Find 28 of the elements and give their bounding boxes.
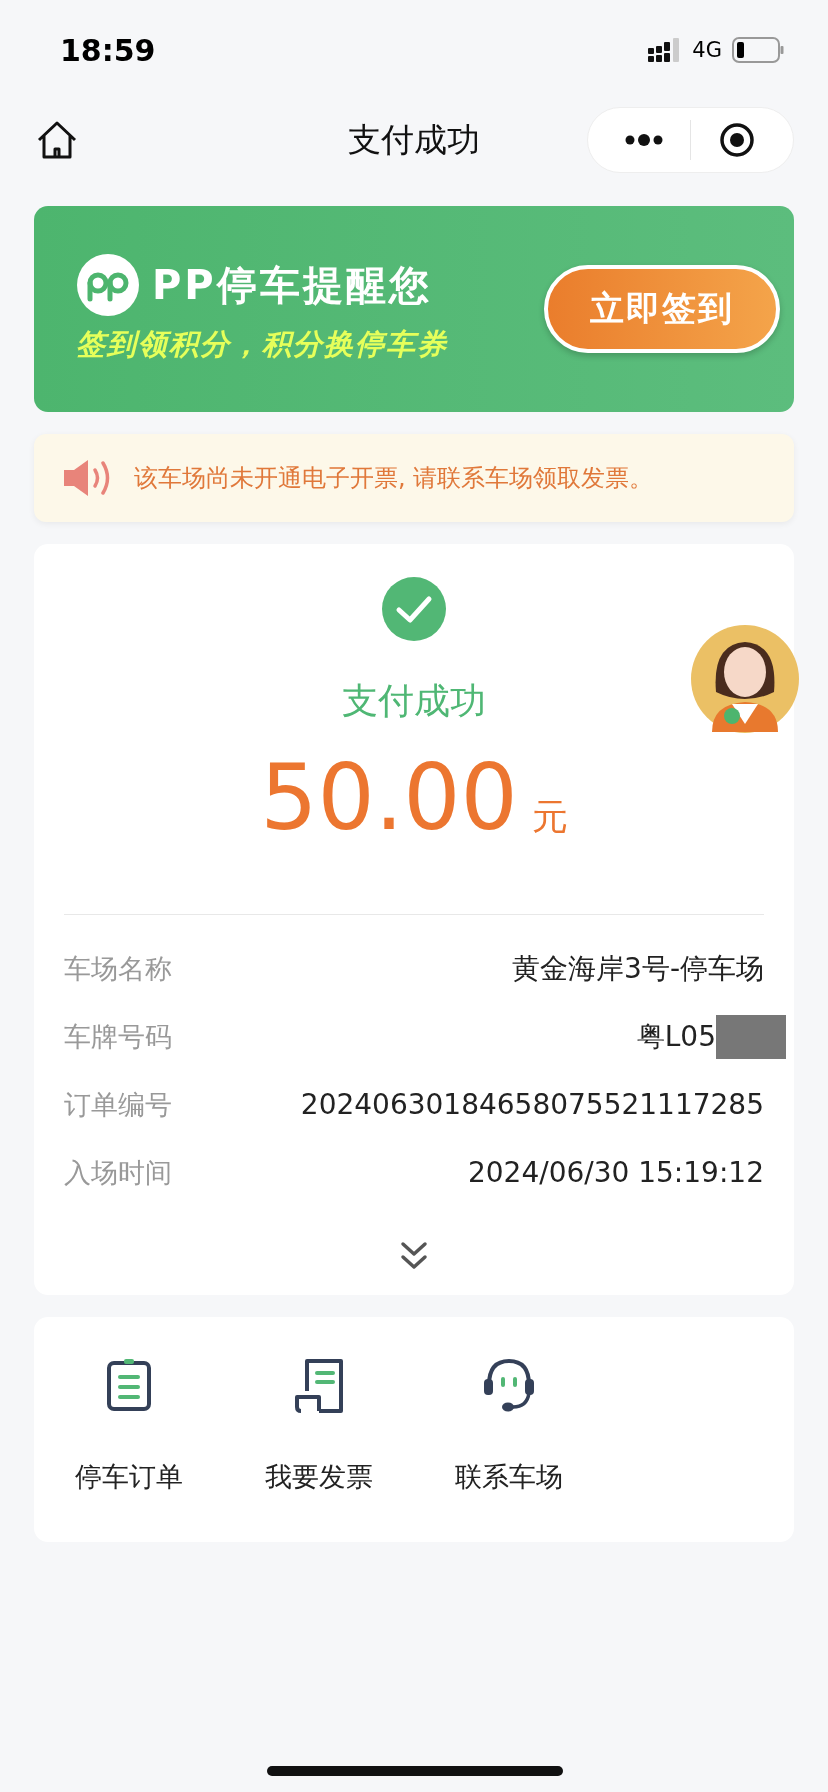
customer-service-avatar[interactable] <box>690 624 800 734</box>
network-type: 4G <box>692 38 722 62</box>
detail-value: 粤L05 <box>636 1018 716 1055</box>
payment-amount: 50.00 <box>260 746 518 850</box>
target-icon <box>719 122 755 158</box>
page-title: 支付成功 <box>348 118 480 161</box>
detail-label: 入场时间 <box>64 1155 172 1190</box>
detail-value: 2024/06/30 15:19:12 <box>467 1156 764 1189</box>
detail-value: 黄金海岸3号-停车场 <box>512 950 764 987</box>
logo-icon <box>76 253 140 317</box>
banner-title: PP停车提醒您 <box>152 260 432 310</box>
success-check-icon <box>382 577 446 641</box>
more-icon <box>624 133 664 147</box>
action-button[interactable]: 我要发票 <box>224 1316 414 1542</box>
status-time: 18:59 <box>60 32 156 68</box>
detail-label: 车牌号码 <box>64 1019 172 1054</box>
battery-icon <box>732 37 784 63</box>
action-button[interactable]: 停车订单 <box>34 1316 224 1542</box>
banner-subtitle: 签到领积分，积分换停车券 <box>76 326 448 363</box>
notice-text: 该车场尚未开通电子开票, 请联系车场领取发票。 <box>134 463 654 494</box>
currency-unit: 元 <box>531 795 568 839</box>
action-button[interactable]: 联系车场 <box>414 1316 604 1542</box>
detail-value: 20240630184658075521117285 <box>300 1088 764 1121</box>
payment-status: 支付成功 <box>342 679 486 723</box>
detail-label: 车场名称 <box>64 951 172 986</box>
detail-label: 订单编号 <box>64 1087 172 1122</box>
expand-icon[interactable] <box>400 1240 428 1271</box>
home-icon[interactable] <box>36 120 78 160</box>
